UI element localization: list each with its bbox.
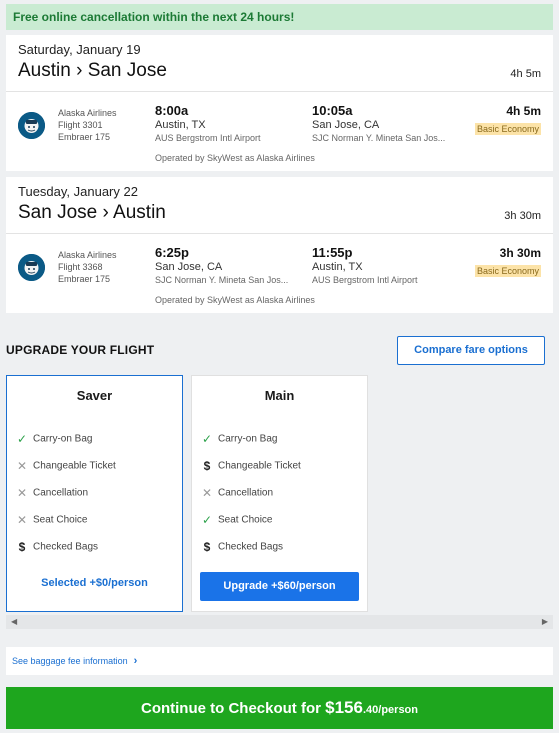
airline-name: Alaska Airlines (58, 108, 117, 118)
dollar-icon: $ (18, 540, 26, 554)
fare-feature: $ Checked Bags (200, 539, 283, 555)
fare-feature: ✓ Seat Choice (201, 513, 273, 527)
fare-feature: ✓ Carry-on Bag (16, 432, 93, 446)
arrival-info: 10:05a San Jose, CA SJC Norman Y. Mineta… (312, 103, 445, 144)
scroll-right-icon[interactable]: ▶ (542, 615, 548, 629)
segment-duration-block: 3h 30m Basic Economy (474, 245, 541, 279)
fare-class-badge: Basic Economy (474, 123, 541, 135)
arrival-time: 11:55p (312, 245, 353, 260)
x-icon: ✕ (201, 486, 213, 500)
checkout-prefix: Continue to Checkout for (140, 700, 326, 717)
fare-feature: ✕ Seat Choice (16, 513, 88, 527)
operated-by: Operated by SkyWest as Alaska Airlines (155, 153, 315, 163)
departure-time: 6:25p (155, 245, 189, 260)
baggage-fee-link-text[interactable]: See baggage fee information (12, 656, 128, 666)
flight-duration: 4h 5m (510, 68, 541, 80)
flight-number: Flight 3368 (58, 262, 103, 272)
checkout-price-cents: .40 (362, 704, 379, 716)
continue-to-checkout-button[interactable]: Continue to Checkout for $156.40/person (6, 687, 553, 729)
departure-info: 8:00a Austin, TX AUS Bergstrom Intl Airp… (155, 103, 261, 144)
cancellation-banner: Free online cancellation within the next… (6, 4, 553, 30)
arrival-airport: AUS Bergstrom Intl Airport (312, 275, 418, 285)
arrival-info: 11:55p Austin, TX AUS Bergstrom Intl Air… (312, 245, 418, 286)
arrival-city: San Jose, CA (312, 119, 380, 131)
check-icon: ✓ (201, 513, 213, 527)
departure-airport: AUS Bergstrom Intl Airport (155, 133, 261, 143)
selected-fare-label[interactable]: Selected +$0/person (7, 577, 182, 589)
departure-time: 8:00a (155, 103, 189, 118)
departure-airport: SJC Norman Y. Mineta San Jos... (155, 275, 289, 285)
horizontal-scrollbar[interactable]: ◀ ▶ (6, 615, 553, 629)
dollar-icon: $ (203, 459, 211, 473)
flight-number: Flight 3301 (58, 120, 103, 130)
arrival-city: Austin, TX (312, 261, 363, 273)
x-icon: ✕ (16, 513, 28, 527)
arrival-time: 10:05a (312, 103, 353, 118)
fare-card-saver[interactable]: Saver ✓ Carry-on Bag ✕ Changeable Ticket ✕… (6, 375, 183, 612)
upgrade-section-title: UPGRADE YOUR FLIGHT (6, 343, 155, 357)
checkout-price: $156 (325, 698, 363, 717)
divider (6, 91, 553, 92)
flight-card-return: Tuesday, January 22 San Jose › Austin 3h… (6, 177, 553, 313)
flight-card-outbound: Saturday, January 19 Austin › San Jose 4… (6, 35, 553, 171)
segment-duration: 4h 5m (506, 104, 541, 118)
checkout-per-person: /person (378, 704, 418, 716)
fare-feature: $ Changeable Ticket (200, 458, 301, 474)
aircraft-type: Embraer 175 (58, 274, 111, 284)
chevron-right-icon: › (133, 655, 138, 667)
fare-feature: ✓ Carry-on Bag (201, 432, 278, 446)
operated-by: Operated by SkyWest as Alaska Airlines (155, 295, 315, 305)
fare-name: Saver (76, 388, 113, 403)
flight-route: San Jose › Austin (18, 202, 166, 223)
fare-feature: $ Checked Bags (15, 539, 98, 555)
compare-fare-options-button[interactable]: Compare fare options (397, 336, 545, 365)
flight-date: Tuesday, January 22 (18, 184, 138, 199)
segment-duration: 3h 30m (499, 246, 541, 260)
flight-date: Saturday, January 19 (18, 42, 141, 57)
alaska-airlines-logo-icon (18, 112, 45, 139)
baggage-fee-link[interactable]: See baggage fee information › (6, 647, 553, 675)
x-icon: ✕ (16, 486, 28, 500)
flight-route: Austin › San Jose (18, 60, 167, 81)
fare-card-main[interactable]: Main ✓ Carry-on Bag $ Changeable Ticket ✕ C… (191, 375, 368, 612)
airline-info: Alaska Airlines Flight 3301 Embraer 175 (58, 107, 117, 143)
segment-duration-block: 4h 5m Basic Economy (474, 103, 541, 137)
departure-city: Austin, TX (155, 119, 206, 131)
airline-name: Alaska Airlines (58, 250, 117, 260)
alaska-airlines-logo-icon (18, 254, 45, 281)
x-icon: ✕ (16, 459, 28, 473)
check-icon: ✓ (16, 432, 28, 446)
scroll-left-icon[interactable]: ◀ (11, 615, 17, 629)
dollar-icon: $ (203, 540, 211, 554)
airline-info: Alaska Airlines Flight 3368 Embraer 175 (58, 249, 117, 285)
aircraft-type: Embraer 175 (58, 132, 111, 142)
fare-class-badge: Basic Economy (474, 265, 541, 277)
fare-options-scroller: Saver ✓ Carry-on Bag ✕ Changeable Ticket ✕… (6, 373, 553, 613)
fare-name: Main (264, 388, 295, 403)
departure-info: 6:25p San Jose, CA SJC Norman Y. Mineta … (155, 245, 288, 286)
arrival-airport: SJC Norman Y. Mineta San Jos... (312, 133, 446, 143)
departure-city: San Jose, CA (155, 261, 223, 273)
fare-feature: ✕ Changeable Ticket (16, 459, 116, 473)
check-icon: ✓ (201, 432, 213, 446)
flight-duration: 3h 30m (504, 210, 541, 222)
upgrade-main-button[interactable]: Upgrade +$60/person (200, 572, 359, 601)
divider (6, 233, 553, 234)
fare-feature: ✕ Cancellation (201, 486, 274, 500)
fare-feature: ✕ Cancellation (16, 486, 89, 500)
